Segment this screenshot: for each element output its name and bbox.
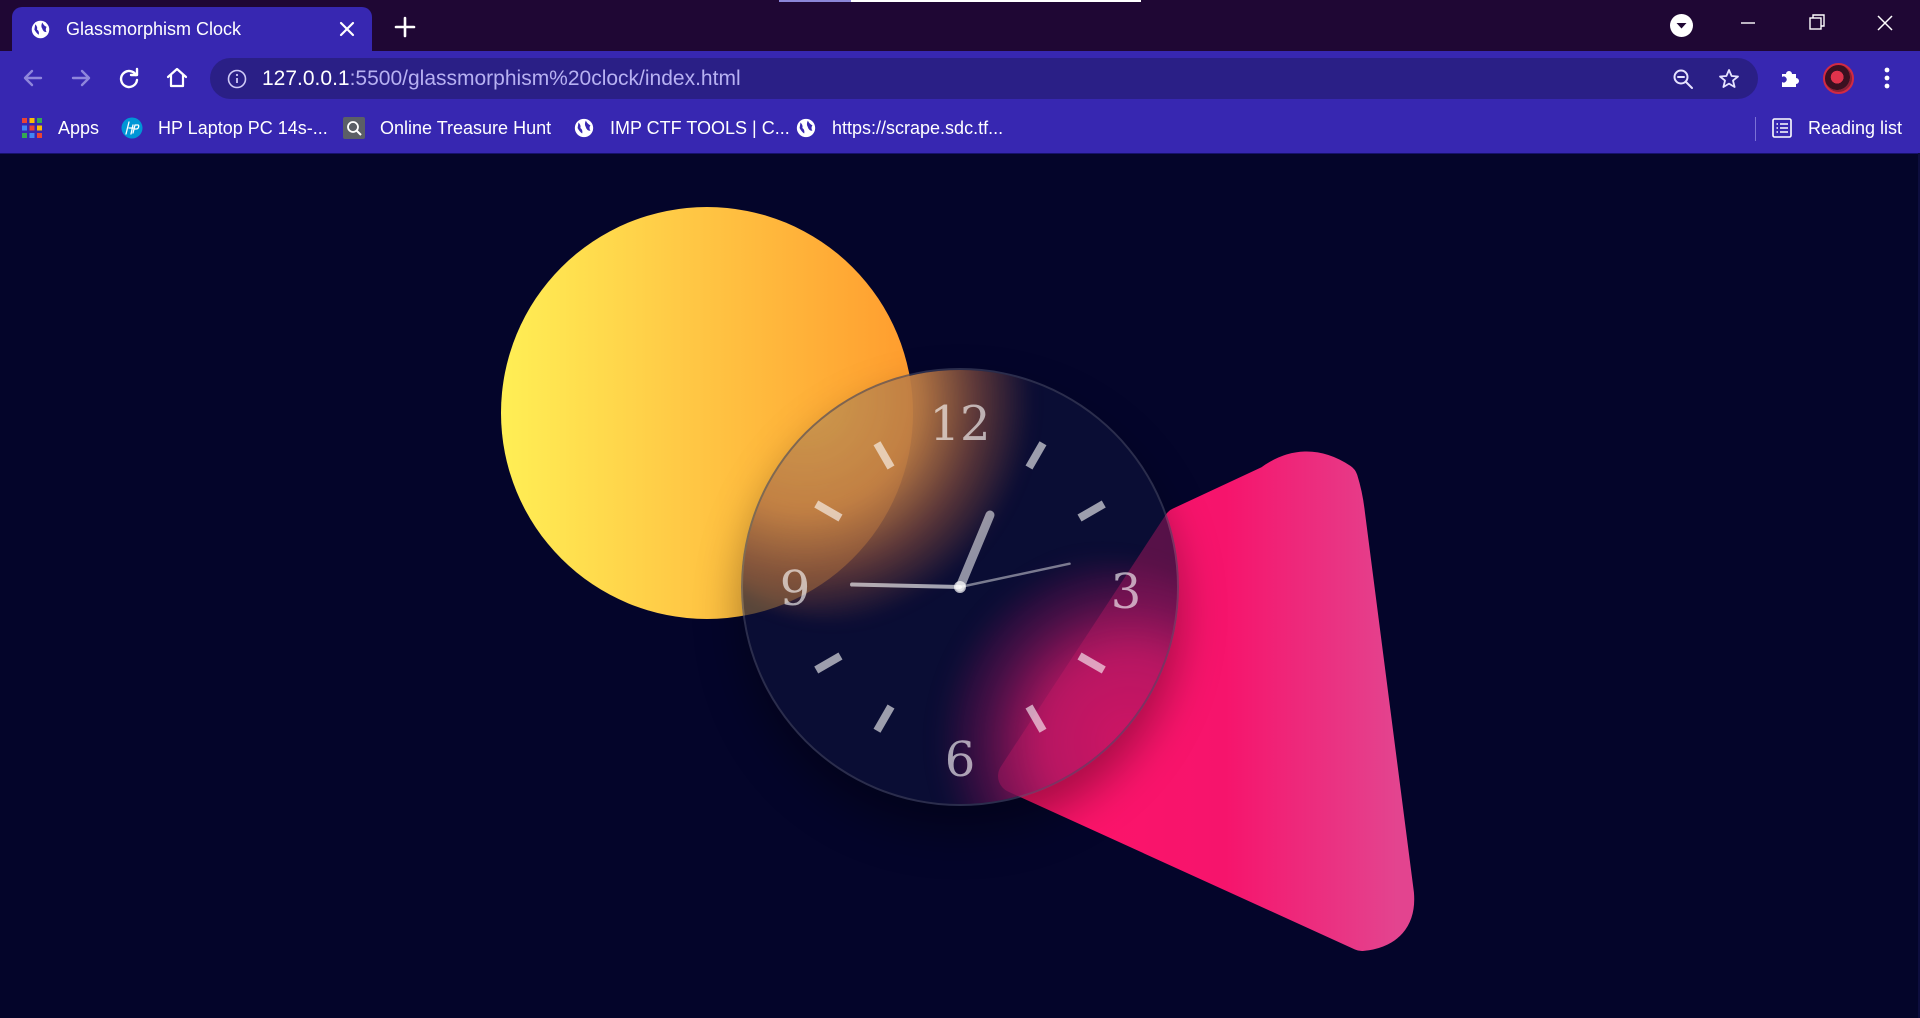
browser-toolbar: 127.0.0.1:5500/glassmorphism%20clock/ind… — [0, 51, 1920, 105]
clock-hands — [850, 510, 1071, 593]
bookmarks-bar: Apps HP Laptop PC 14s-... Online Treasur… — [0, 105, 1920, 153]
bookmark-label: HP Laptop PC 14s-... — [158, 117, 328, 138]
second-hand — [958, 562, 1071, 589]
tab-glassmorphism-clock[interactable]: Glassmorphism Clock — [12, 7, 372, 51]
minimize-icon[interactable] — [1728, 8, 1768, 38]
profile-avatar[interactable] — [1823, 63, 1854, 94]
back-arrow-icon[interactable] — [19, 64, 47, 92]
bookmarks-divider — [1755, 117, 1756, 141]
close-icon[interactable] — [336, 18, 358, 40]
hour-hand — [955, 510, 995, 592]
clock-center-pin — [954, 581, 966, 593]
address-bar[interactable]: 127.0.0.1:5500/glassmorphism%20clock/ind… — [210, 58, 1758, 99]
kebab-menu-icon[interactable] — [1874, 64, 1900, 92]
bookmark-scrape-sdc[interactable]: https://scrape.sdc.tf... — [795, 113, 1003, 143]
home-icon[interactable] — [163, 64, 191, 92]
glass-clock: 12 3 6 9 — [741, 368, 1179, 806]
minute-hand — [850, 582, 962, 589]
reading-list-button[interactable]: Reading list — [1771, 113, 1902, 143]
apps-grid-icon — [22, 118, 42, 138]
new-tab-plus-icon[interactable] — [392, 14, 418, 40]
hp-logo-icon — [121, 117, 143, 139]
restore-icon[interactable] — [1796, 8, 1836, 38]
bookmark-label: https://scrape.sdc.tf... — [832, 117, 1004, 138]
forward-arrow-icon[interactable] — [67, 64, 95, 92]
title-bar: Glassmorphism Clock — [0, 0, 1920, 51]
url-host: 127.0.0.1 — [262, 67, 350, 90]
bookmark-label: Apps — [58, 117, 100, 138]
page-load-progress — [779, 0, 1141, 2]
bookmark-label: IMP CTF TOOLS | C... — [610, 117, 790, 138]
tab-title: Glassmorphism Clock — [66, 19, 242, 39]
reading-list-icon — [1772, 118, 1792, 138]
globe-icon — [796, 118, 816, 138]
site-info-icon[interactable] — [226, 68, 248, 90]
globe-icon — [574, 118, 594, 138]
address-url[interactable]: 127.0.0.1:5500/glassmorphism%20clock/ind… — [262, 67, 741, 91]
url-path: :5500/glassmorphism%20clock/index.html — [349, 67, 741, 90]
reload-icon[interactable] — [115, 64, 143, 92]
bookmark-online-treasure-hunt[interactable]: Online Treasure Hunt — [343, 113, 551, 143]
tab-search-dropdown-icon[interactable] — [1670, 14, 1693, 37]
bookmark-label: Online Treasure Hunt — [380, 117, 552, 138]
globe-icon — [31, 20, 50, 39]
bookmark-apps[interactable]: Apps — [21, 113, 99, 143]
bookmark-label: Reading list — [1808, 117, 1903, 138]
zoom-out-icon[interactable] — [1671, 67, 1695, 91]
bookmark-imp-ctf-tools[interactable]: IMP CTF TOOLS | C... — [573, 113, 790, 143]
bookmark-hp-laptop[interactable]: HP Laptop PC 14s-... — [121, 113, 328, 143]
page-viewport: 12 3 6 9 — [0, 154, 1920, 1018]
extensions-puzzle-icon[interactable] — [1777, 65, 1803, 91]
bookmark-star-icon[interactable] — [1717, 67, 1741, 91]
search-favicon-icon — [343, 117, 365, 139]
window-close-icon[interactable] — [1865, 8, 1905, 38]
